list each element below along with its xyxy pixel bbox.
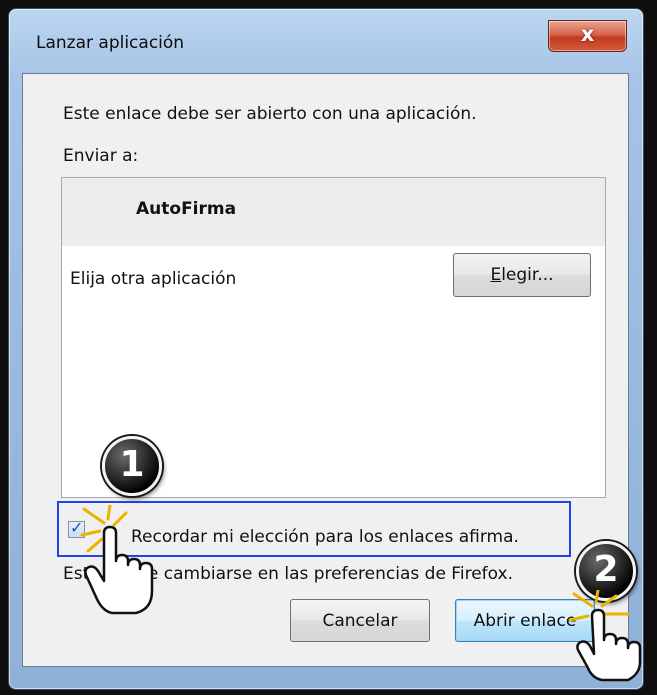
list-item-autofirma[interactable]: AutoFirma — [62, 178, 605, 246]
description-text: Este enlace debe ser abierto con una apl… — [63, 104, 477, 124]
other-app-label: Elija otra aplicación — [70, 269, 237, 289]
window-title: Lanzar aplicación — [36, 33, 185, 53]
close-button[interactable]: x — [548, 20, 627, 52]
cancel-button[interactable]: Cancelar — [290, 599, 430, 642]
close-icon: x — [580, 22, 595, 46]
step-1-badge: 1 — [102, 436, 162, 496]
app-name: AutoFirma — [136, 199, 237, 219]
hand-pointer-icon — [568, 590, 642, 682]
hand-pointer-icon — [80, 505, 154, 615]
send-to-label: Enviar a: — [63, 146, 139, 166]
choose-button[interactable]: Elegir... — [453, 253, 591, 297]
